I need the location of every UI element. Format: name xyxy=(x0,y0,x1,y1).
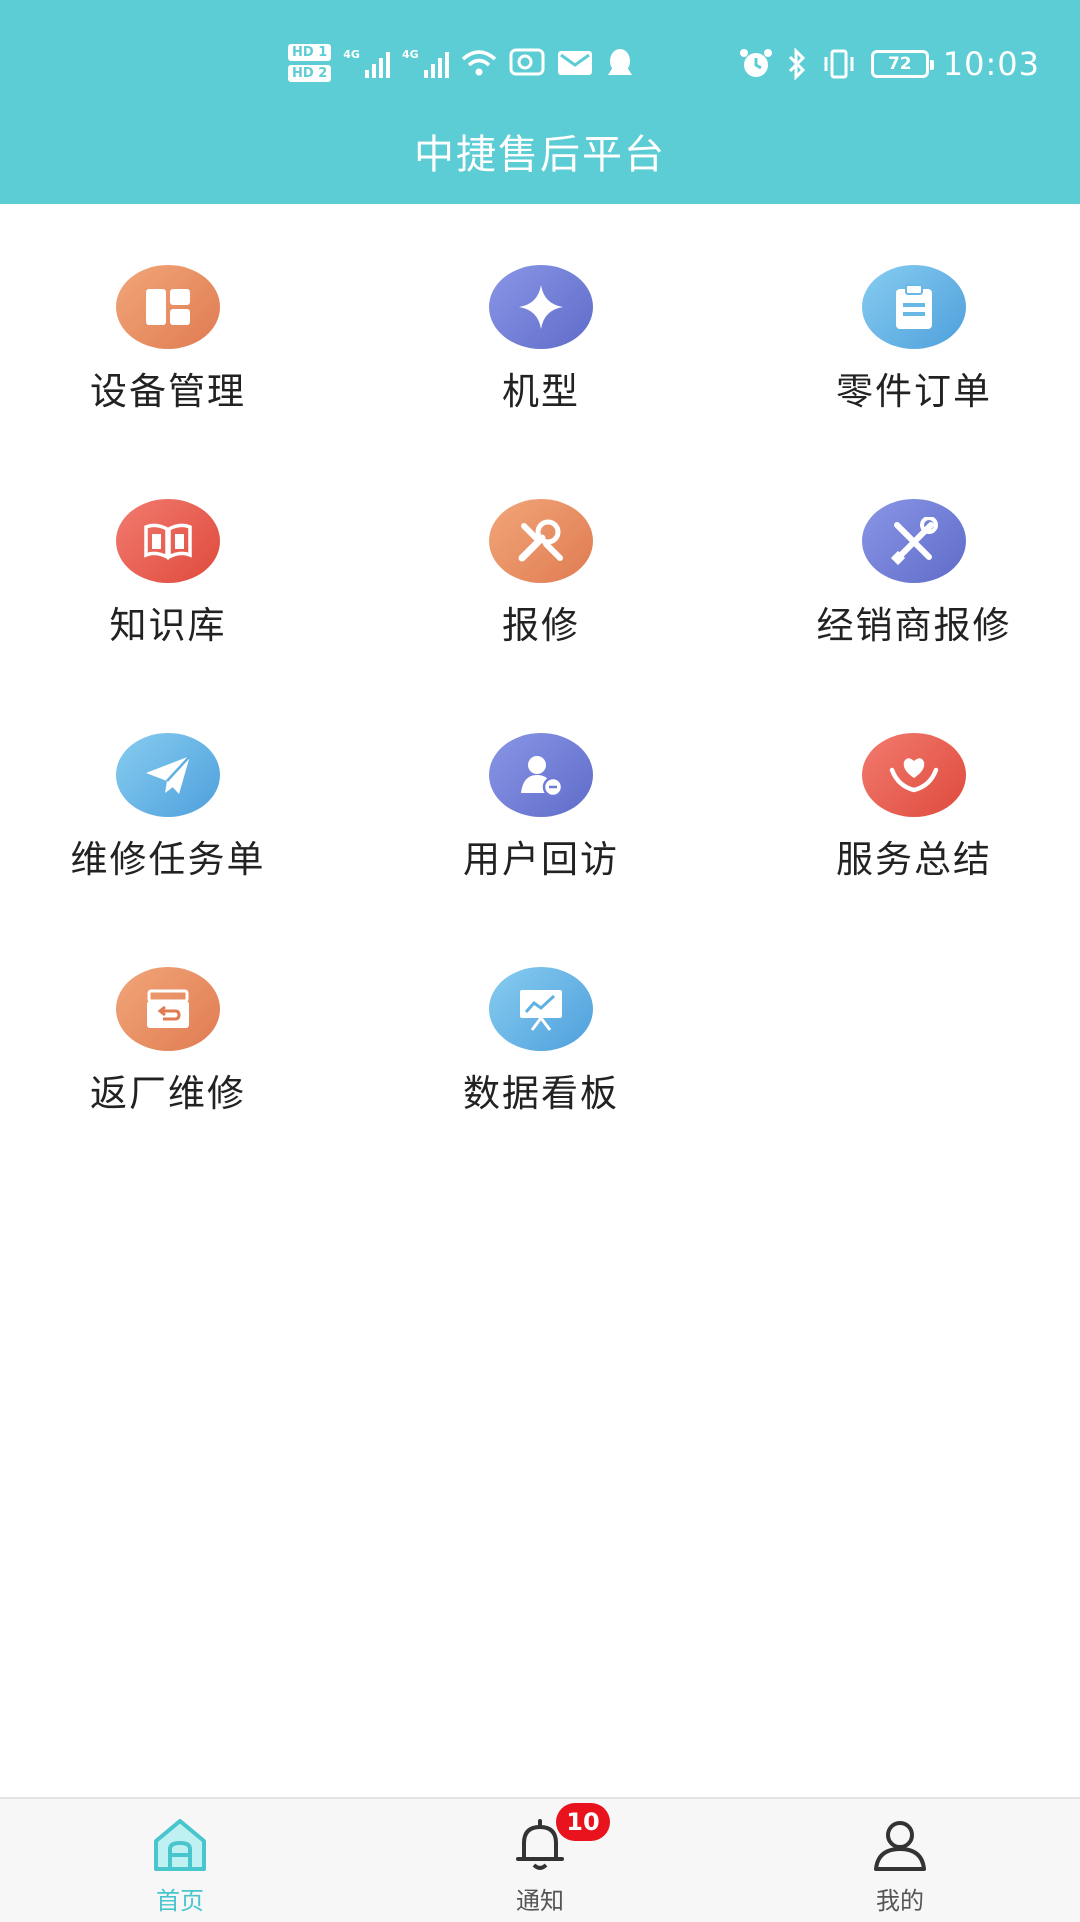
heart-hands-icon xyxy=(862,733,966,817)
clock: 10:03 xyxy=(942,45,1040,83)
mail-app-icon xyxy=(557,49,593,77)
chat-app-icon xyxy=(509,48,545,78)
menu-item-dealer-repair[interactable]: 经销商报修 xyxy=(754,499,1074,659)
battery-icon: 72 xyxy=(870,50,934,78)
book-icon xyxy=(116,499,220,583)
tab-mine[interactable]: 我的 xyxy=(800,1799,1000,1922)
page-title: 中捷售后平台 xyxy=(414,132,666,178)
menu-label: 报修 xyxy=(502,604,580,647)
home-icon xyxy=(154,1819,206,1871)
app-header: HD 1 HD 2 4G 4G 72 10:03 中捷售后平台 xyxy=(0,0,1080,204)
wrench-screwdriver-icon xyxy=(862,499,966,583)
menu-label: 服务总结 xyxy=(836,838,992,881)
menu-label: 零件订单 xyxy=(836,370,992,413)
menu-item-user-revisit[interactable]: 用户回访 xyxy=(381,733,701,893)
user-icon xyxy=(874,1821,926,1871)
vibrate-icon xyxy=(821,49,857,79)
return-box-icon xyxy=(116,967,220,1051)
dashboard-icon xyxy=(116,265,220,349)
menu-item-repair-request[interactable]: 报修 xyxy=(381,499,701,659)
menu-label: 用户回访 xyxy=(463,838,619,881)
clipboard-icon xyxy=(862,265,966,349)
user-visit-icon xyxy=(489,733,593,817)
menu-label: 设备管理 xyxy=(90,370,246,413)
menu-label: 数据看板 xyxy=(463,1072,619,1115)
notification-badge: 10 xyxy=(556,1803,610,1841)
bottom-tab-bar: 首页 10 通知 我的 xyxy=(0,1797,1080,1922)
signal-1-icon: 4G xyxy=(343,48,390,78)
menu-label: 经销商报修 xyxy=(816,604,1012,647)
tools-icon xyxy=(489,499,593,583)
bluetooth-icon xyxy=(787,48,807,80)
menu-label: 返厂维修 xyxy=(90,1072,246,1115)
status-bar: HD 1 HD 2 4G 4G 72 10:03 xyxy=(0,0,1080,120)
tab-mine-label: 我的 xyxy=(876,1887,924,1915)
paper-plane-icon xyxy=(116,733,220,817)
menu-label: 机型 xyxy=(502,370,580,413)
menu-item-data-dashboard[interactable]: 数据看板 xyxy=(381,967,701,1127)
wifi-icon xyxy=(461,49,497,77)
menu-item-repair-task[interactable]: 维修任务单 xyxy=(8,733,328,893)
qq-icon xyxy=(605,47,635,79)
menu-label: 维修任务单 xyxy=(70,838,266,881)
tab-home[interactable]: 首页 xyxy=(80,1799,280,1922)
alarm-icon xyxy=(739,48,773,80)
signal-2-icon: 4G xyxy=(402,48,449,78)
menu-item-factory-return-repair[interactable]: 返厂维修 xyxy=(8,967,328,1127)
menu-item-machine-model[interactable]: 机型 xyxy=(381,265,701,425)
sparkle-icon xyxy=(489,265,593,349)
tab-home-label: 首页 xyxy=(156,1887,204,1915)
menu-label: 知识库 xyxy=(109,604,227,647)
tab-notifications[interactable]: 10 通知 xyxy=(440,1799,640,1922)
menu-item-parts-order[interactable]: 零件订单 xyxy=(754,265,1074,425)
menu-item-service-summary[interactable]: 服务总结 xyxy=(754,733,1074,893)
tab-notifications-label: 通知 xyxy=(516,1887,564,1915)
hd1-indicator: HD 1 xyxy=(288,44,332,61)
menu-item-knowledge-base[interactable]: 知识库 xyxy=(8,499,328,659)
chart-board-icon xyxy=(489,967,593,1051)
hd2-indicator: HD 2 xyxy=(288,65,332,82)
menu-item-device-management[interactable]: 设备管理 xyxy=(8,265,328,425)
